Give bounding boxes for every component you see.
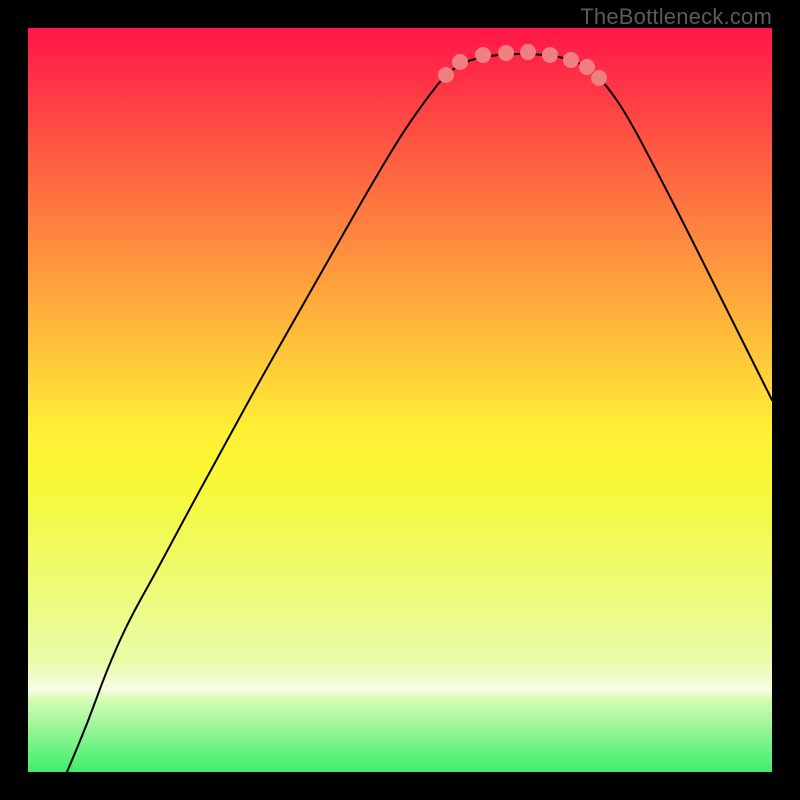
watermark-text: TheBottleneck.com — [580, 4, 772, 30]
chart-svg — [28, 28, 772, 772]
chart-plot-area — [28, 28, 772, 772]
bottleneck-curve — [67, 54, 772, 772]
scatter-points — [438, 44, 607, 86]
chart-container: TheBottleneck.com — [0, 0, 800, 800]
